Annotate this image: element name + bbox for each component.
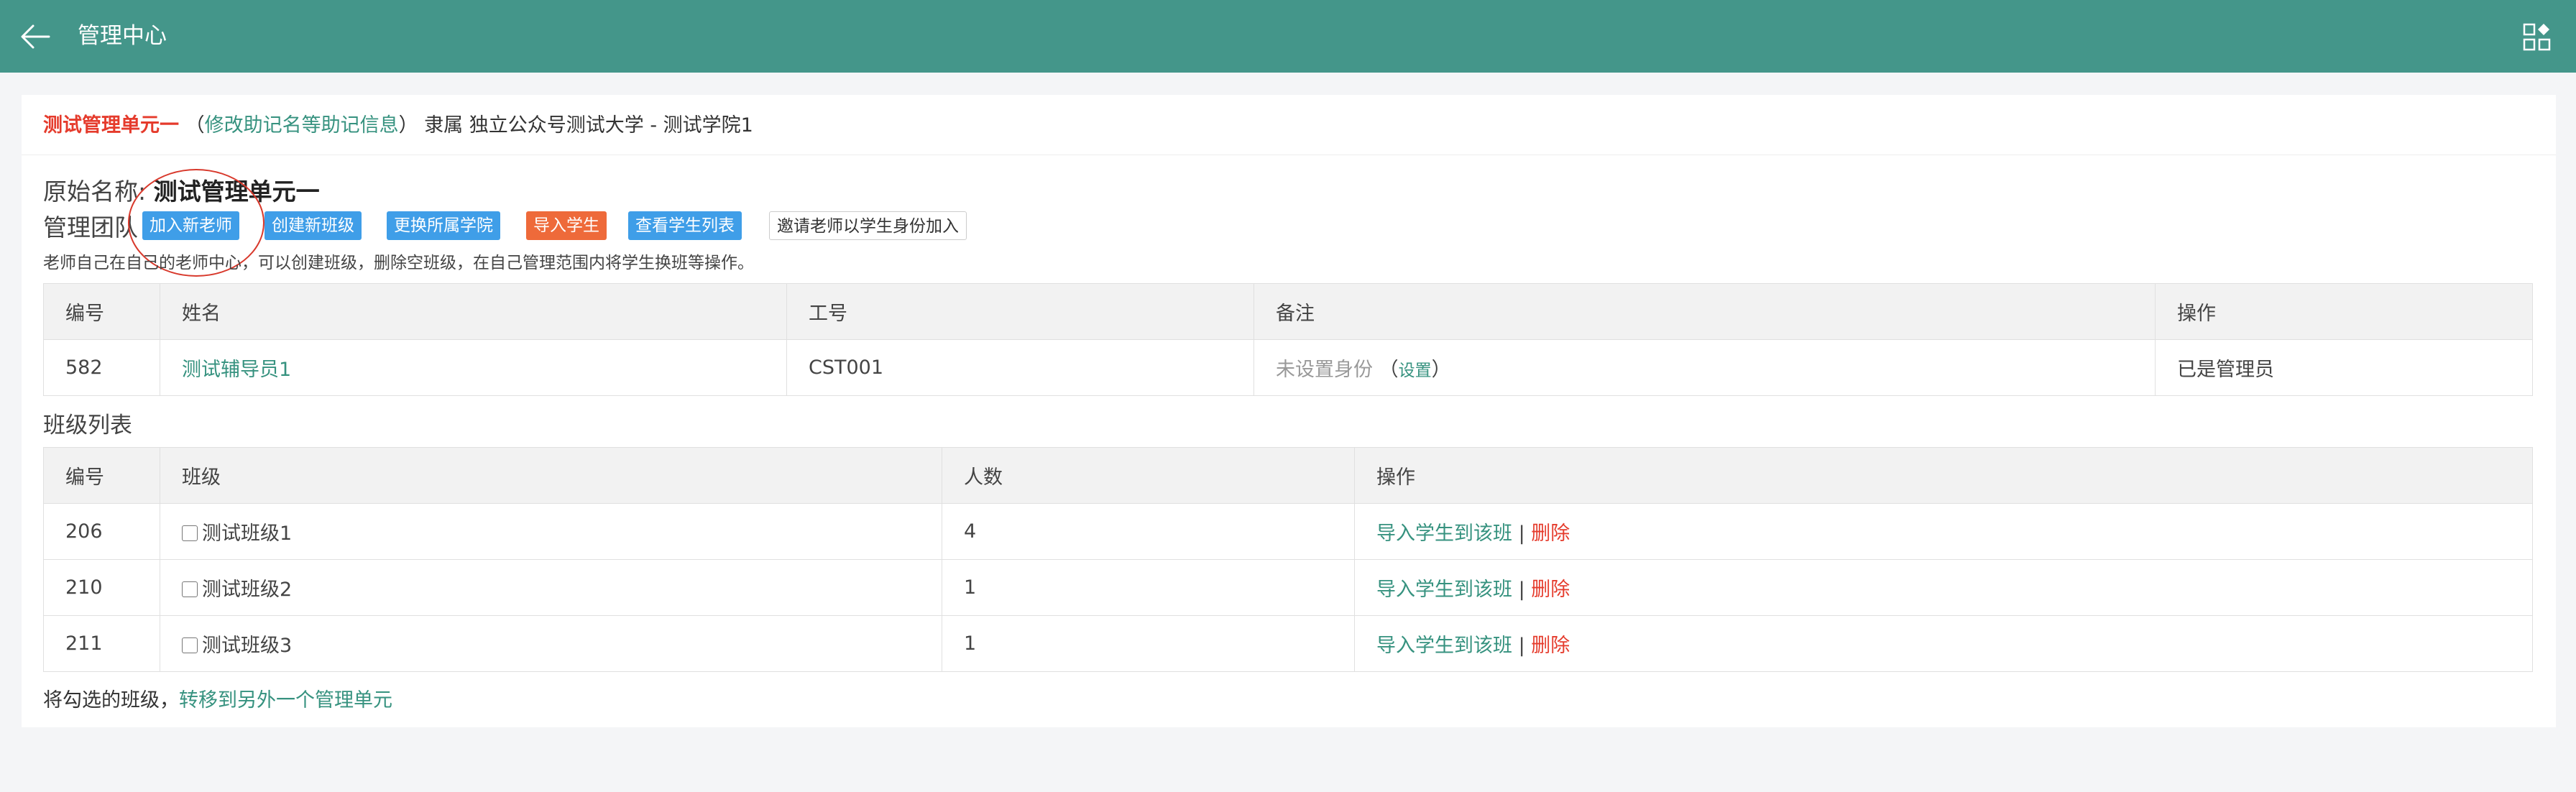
hint-text: 老师自己在自己的老师中心，可以创建班级，删除空班级，在自己管理范围内将学生换班等…: [43, 254, 754, 272]
col-name: 姓名: [160, 283, 787, 340]
unit-name: 测试管理单元一: [43, 114, 179, 137]
page-title: 管理中心: [78, 23, 167, 49]
col-count: 人数: [942, 447, 1355, 504]
belongs-text: 隶属 独立公众号测试大学 - 测试学院1: [424, 114, 753, 137]
paren-close: ）: [398, 114, 418, 137]
table-header-row: 编号 班级 人数 操作: [43, 447, 2533, 504]
col-action: 操作: [1354, 447, 2533, 504]
separator: |: [1518, 522, 1525, 545]
view-students-button[interactable]: 查看学生列表: [628, 211, 742, 240]
team-table: 编号 姓名 工号 备注 操作 582 测试辅导员1 CST001 未设置身份 （…: [43, 283, 2533, 396]
class-checkbox[interactable]: [182, 637, 198, 653]
team-label: 管理团队: [43, 213, 138, 241]
note-text: 未设置身份: [1276, 359, 1373, 381]
transfer-link[interactable]: 转移到另外一个管理单元: [179, 689, 392, 712]
class-count: 4: [942, 503, 1355, 560]
class-checkbox[interactable]: [182, 581, 198, 597]
class-id: 211: [43, 615, 160, 672]
class-count: 1: [942, 615, 1355, 672]
set-identity-link[interactable]: 设置: [1399, 362, 1432, 380]
class-id: 210: [43, 559, 160, 616]
col-class: 班级: [160, 447, 942, 504]
import-to-class-link[interactable]: 导入学生到该班: [1376, 522, 1512, 545]
team-action: 已是管理员: [2155, 339, 2533, 396]
arrow-left-icon[interactable]: [20, 23, 50, 50]
delete-class-link[interactable]: 删除: [1531, 522, 1570, 545]
original-name-label: 原始名称:: [43, 178, 147, 206]
import-to-class-link[interactable]: 导入学生到该班: [1376, 579, 1512, 601]
invite-teacher-button[interactable]: 邀请老师以学生身份加入: [769, 211, 967, 240]
class-name: 测试班级3: [202, 635, 293, 657]
table-row: 206 测试班级1 4 导入学生到该班 | 删除: [43, 503, 2533, 560]
class-id: 206: [43, 503, 160, 560]
col-id: 编号: [43, 447, 160, 504]
change-college-button[interactable]: 更换所属学院: [387, 211, 500, 240]
table-row: 211 测试班级3 1 导入学生到该班 | 删除: [43, 615, 2533, 672]
col-job-no: 工号: [786, 283, 1254, 340]
class-name: 测试班级2: [202, 579, 293, 601]
col-id: 编号: [43, 283, 160, 340]
class-name: 测试班级1: [202, 522, 293, 545]
separator: |: [1518, 579, 1525, 601]
delete-class-link[interactable]: 删除: [1531, 579, 1570, 601]
class-count: 1: [942, 559, 1355, 616]
teacher-name-link[interactable]: 测试辅导员1: [182, 359, 291, 381]
create-class-button[interactable]: 创建新班级: [264, 211, 362, 240]
class-checkbox[interactable]: [182, 525, 198, 541]
separator: |: [1518, 635, 1525, 657]
top-bar: 管理中心: [0, 0, 2576, 73]
col-action: 操作: [2155, 283, 2533, 340]
unit-header: 测试管理单元一 （修改助记名等助记信息） 隶属 独立公众号测试大学 - 测试学院…: [43, 109, 753, 137]
grid-apps-icon[interactable]: [2523, 23, 2552, 52]
class-table: 编号 班级 人数 操作 206 测试班级1 4 导入学生到该班 | 删除 210…: [43, 447, 2533, 672]
delete-class-link[interactable]: 删除: [1531, 635, 1570, 657]
table-row: 582 测试辅导员1 CST001 未设置身份 （设置） 已是管理员: [43, 339, 2533, 396]
table-row: 210 测试班级2 1 导入学生到该班 | 删除: [43, 559, 2533, 616]
note-paren-open: （: [1379, 359, 1399, 381]
import-to-class-link[interactable]: 导入学生到该班: [1376, 635, 1512, 657]
paren-open: （: [185, 114, 205, 137]
col-note: 备注: [1254, 283, 2156, 340]
transfer-prefix: 将勾选的班级，: [43, 689, 179, 712]
team-id: 582: [43, 339, 160, 396]
import-students-button[interactable]: 导入学生: [526, 211, 607, 240]
transfer-footer: 将勾选的班级，转移到另外一个管理单元: [43, 684, 392, 712]
class-list-title: 班级列表: [43, 413, 132, 438]
team-job-no: CST001: [786, 339, 1254, 396]
edit-mnemonic-link[interactable]: 修改助记名等助记信息: [205, 114, 399, 137]
table-header-row: 编号 姓名 工号 备注 操作: [43, 283, 2533, 340]
note-paren-close: ）: [1431, 359, 1451, 381]
